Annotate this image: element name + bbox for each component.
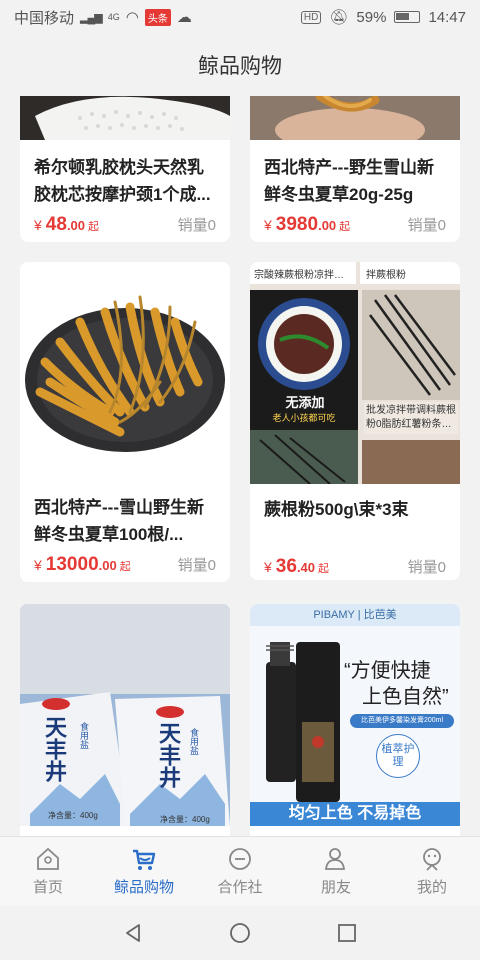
- sales-count: 销量0: [407, 217, 446, 234]
- tab-home-label: 首页: [32, 879, 63, 896]
- product-grid[interactable]: 希尔顿乳胶枕头天然乳胶枕芯按摩护颈1个成... ¥ 48 .00 起 销量0 西…: [0, 96, 480, 836]
- friends-icon: [324, 848, 346, 870]
- product-card[interactable]: 西北特产---野生雪山新鲜冬虫夏草20g-25g ¥ 3980 .00 起 销量…: [250, 96, 460, 242]
- pibamy-badge: 植萃护理: [376, 734, 420, 778]
- salt-net-left: 净含量：400g: [48, 811, 98, 820]
- product-price: ¥ 48 .00 起: [34, 214, 100, 235]
- profile-icon: [423, 848, 441, 871]
- salt-brand-left: 天丰井: [42, 716, 67, 782]
- fern-label-left: 宗酸辣蕨根粉凉拌…: [250, 262, 356, 284]
- tab-shopping[interactable]: 鲸品购物: [96, 837, 192, 906]
- tab-friends-label: 朋友: [320, 879, 351, 896]
- app-badge: 头条: [144, 8, 171, 26]
- tab-coop-label: 合作社: [217, 879, 263, 896]
- cart-icon: [133, 849, 156, 870]
- signal-icon: ▂▄▆: [80, 11, 103, 24]
- product-title[interactable]: 西北特产---野生雪山新鲜冬虫夏草20g-25g: [250, 154, 460, 208]
- tab-friends[interactable]: 朋友: [288, 837, 384, 906]
- fern-stamp: 无添加: [285, 395, 325, 410]
- mute-icon: 🔕︎: [329, 9, 349, 26]
- pibamy-brand: PIBAMY | 比芭美: [250, 604, 460, 626]
- system-nav-bar: [0, 906, 480, 960]
- bottom-tab-bar: 首页 鲸品购物 合作社 朋友 我的: [0, 836, 480, 906]
- product-image-cordyceps-plate[interactable]: [20, 262, 230, 484]
- tab-profile[interactable]: 我的: [384, 837, 480, 906]
- back-icon[interactable]: [122, 922, 144, 944]
- tab-shopping-label: 鲸品购物: [113, 879, 174, 896]
- salt-net-right: 净含量：400g: [160, 815, 210, 824]
- salt-sub-left: 食用盐: [79, 722, 89, 749]
- tab-profile-label: 我的: [416, 879, 447, 896]
- title-bar: 鲸品购物: [0, 34, 480, 96]
- salt-sub-right: 食用盐: [189, 728, 199, 755]
- tab-home[interactable]: 首页: [0, 837, 96, 906]
- product-image-cordyceps[interactable]: [250, 96, 460, 140]
- price-row: ¥ 3980 .00 起 销量0: [250, 214, 460, 236]
- product-price: ¥ 36 .40 起: [264, 556, 330, 577]
- fern-stamp-sub: 老人小孩都可吃: [272, 413, 336, 423]
- status-bar: 中国移动 ▂▄▆ 4G ◠ 头条 ☁ HD 🔕︎ 59% 14:47: [0, 0, 480, 34]
- pillow-image: [20, 96, 230, 140]
- product-card[interactable]: 希尔顿乳胶枕头天然乳胶枕芯按摩护颈1个成... ¥ 48 .00 起 销量0: [20, 96, 230, 242]
- product-image-pillow[interactable]: [20, 96, 230, 140]
- sales-count: 销量0: [177, 217, 216, 234]
- product-card[interactable]: PIBAMY | 比芭美 “方便快捷 上色自然” 比芭美伊多馨染发膏200ml …: [250, 604, 460, 836]
- coop-icon: [229, 848, 251, 870]
- pibamy-slogan-2: 上色自然”: [362, 686, 449, 708]
- recents-icon[interactable]: [336, 922, 358, 944]
- battery-percent: 59%: [356, 8, 387, 26]
- pibamy-bottom-banner: 均匀上色 不易掉色: [250, 802, 460, 826]
- product-title[interactable]: 希尔顿乳胶枕头天然乳胶枕芯按摩护颈1个成...: [20, 154, 230, 208]
- salt-bags-image: [20, 604, 230, 826]
- sales-count: 销量0: [177, 557, 216, 574]
- carrier-label: 中国移动: [14, 9, 75, 27]
- price-row: ¥ 48 .00 起 销量0: [20, 214, 230, 236]
- product-price: ¥ 13000 .00 起: [34, 554, 131, 575]
- fern-label-right: 拌蕨根粉: [360, 262, 460, 284]
- product-price: ¥ 3980 .00 起: [264, 214, 351, 235]
- product-title[interactable]: 西北特产---雪山野生新鲜冬虫夏草100根/...: [20, 494, 230, 548]
- battery-icon: [394, 11, 421, 23]
- product-card[interactable]: 宗酸辣蕨根粉凉拌… 拌蕨根粉 无添加 老人小孩都可吃 批发凉拌带调料蕨根粉0脂肪…: [250, 262, 460, 580]
- product-card[interactable]: 天丰井 天丰井 食用盐 食用盐 净含量：400g 净含量：400g: [20, 604, 230, 836]
- price-row: ¥ 36 .40 起 销量0: [250, 556, 460, 578]
- hair-dye-bottle-image: [266, 642, 340, 802]
- product-card[interactable]: 西北特产---雪山野生新鲜冬虫夏草100根/... ¥ 13000 .00 起 …: [20, 262, 230, 582]
- price-row: ¥ 13000 .00 起 销量0: [20, 554, 230, 576]
- sales-count: 销量0: [407, 559, 446, 576]
- page-title: 鲸品购物: [198, 55, 282, 78]
- home-circle-icon[interactable]: [229, 922, 251, 944]
- wechat-icon: ☁: [176, 9, 192, 26]
- product-title[interactable]: 蕨根粉500g\束*3束: [250, 496, 460, 550]
- pibamy-small-label: 比芭美伊多馨染发膏200ml: [350, 714, 454, 728]
- home-icon: [37, 847, 59, 870]
- network-label: 4G: [107, 12, 120, 22]
- cordyceps-hand-image: [250, 96, 460, 140]
- clock: 14:47: [428, 8, 466, 26]
- tab-coop[interactable]: 合作社: [192, 837, 288, 906]
- fern-desc: 批发凉拌带调料蕨根粉0脂肪红薯粉条…: [364, 402, 458, 434]
- hd-icon: HD: [300, 10, 322, 24]
- fern-noodles-image: [250, 290, 460, 484]
- product-image-salt[interactable]: 天丰井 天丰井 食用盐 食用盐 净含量：400g 净含量：400g: [20, 604, 230, 826]
- cordyceps-plate-image: [20, 262, 230, 484]
- product-image-fern-noodles[interactable]: 宗酸辣蕨根粉凉拌… 拌蕨根粉 无添加 老人小孩都可吃 批发凉拌带调料蕨根粉0脂肪…: [250, 262, 460, 484]
- pibamy-slogan-1: “方便快捷: [344, 660, 431, 682]
- product-image-hair-dye[interactable]: PIBAMY | 比芭美 “方便快捷 上色自然” 比芭美伊多馨染发膏200ml …: [250, 604, 460, 826]
- salt-brand-right: 天丰井: [156, 722, 181, 788]
- wifi-icon: ◠: [125, 9, 139, 26]
